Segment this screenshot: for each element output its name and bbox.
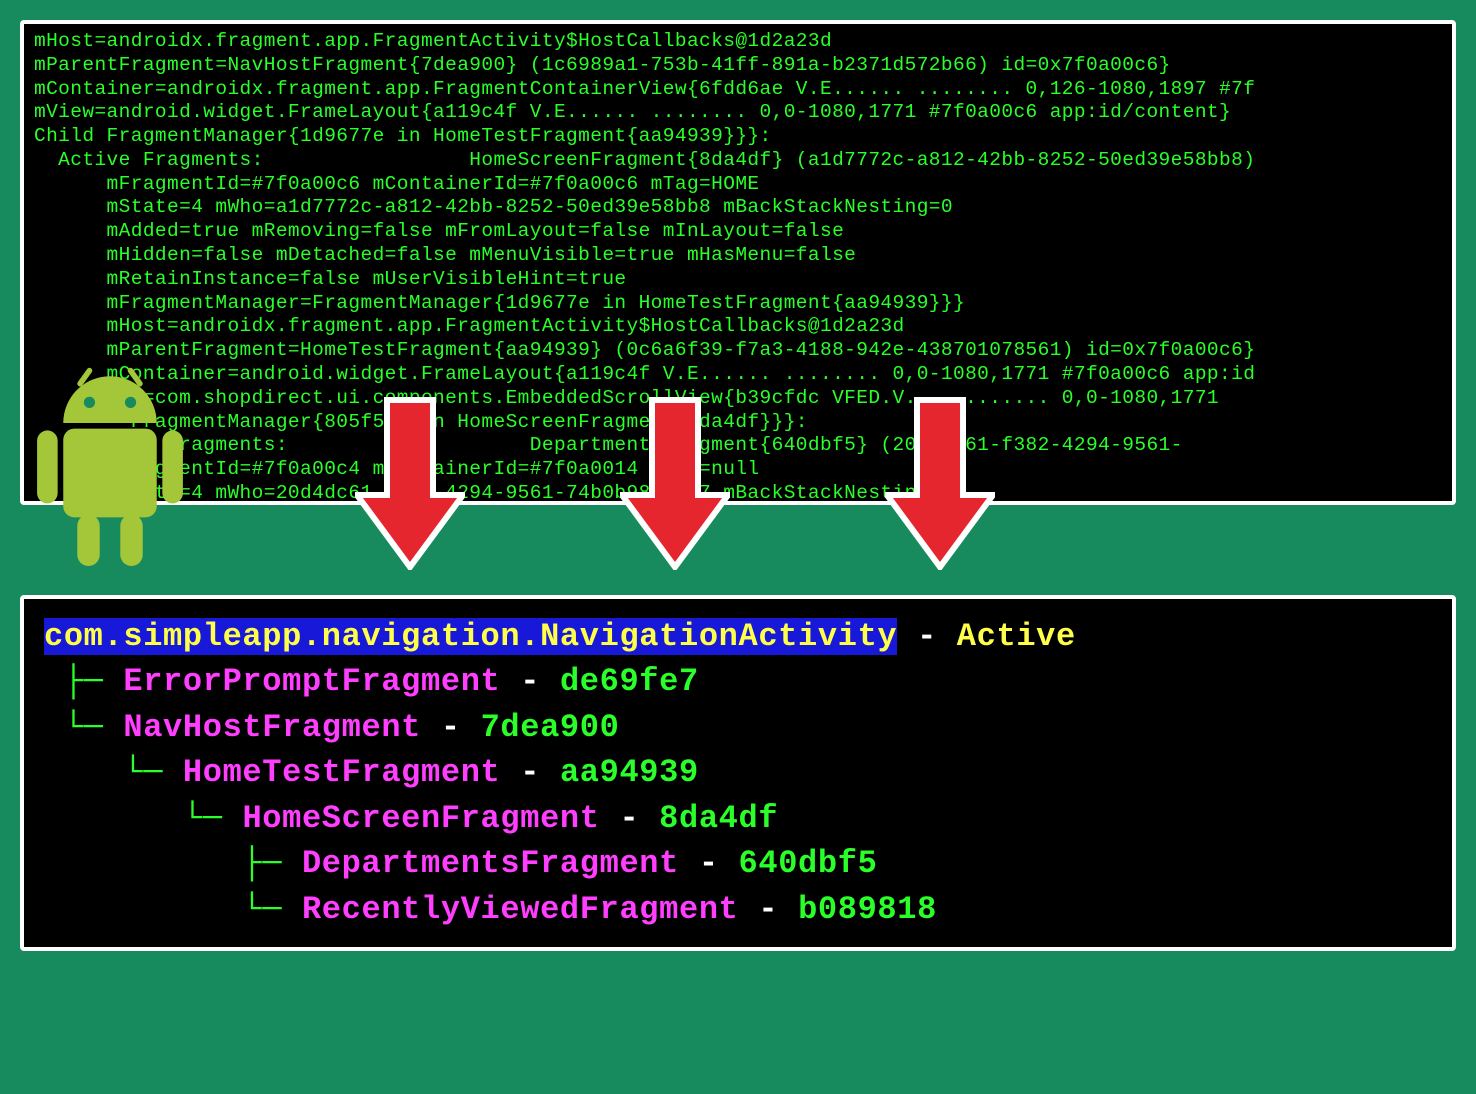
fragment-name: DepartmentsFragment <box>302 845 679 882</box>
dump-line: mAdded=true mRemoving=false mFromLayout=… <box>34 220 1442 244</box>
raw-dump-terminal: mHost=androidx.fragment.app.FragmentActi… <box>20 20 1456 505</box>
fragment-tree-terminal: com.simpleapp.navigation.NavigationActiv… <box>20 595 1456 951</box>
dump-line: mParentFragment=HomeTestFragment{aa94939… <box>34 339 1442 363</box>
dump-line: w=com.shopdirect.ui.components.EmbeddedS… <box>34 387 1442 411</box>
activity-name: com.simpleapp.navigation.NavigationActiv… <box>44 618 897 655</box>
dump-line: ve Fragments: DepartmentsFragment{640dbf… <box>34 434 1442 458</box>
separator: - <box>897 618 957 655</box>
separator: - <box>679 845 739 882</box>
fragment-hash: 640dbf5 <box>739 845 878 882</box>
dump-line: mFragmentManager=FragmentManager{1d9677e… <box>34 292 1442 316</box>
fragment-hash: 8da4df <box>659 800 778 837</box>
dump-line: FragmentManager{805f52c in HomeScreenFra… <box>34 411 1442 435</box>
tree-branch-icon: ├─ <box>44 663 123 700</box>
dump-line: mHost=androidx.fragment.app.FragmentActi… <box>34 30 1442 54</box>
tree-node: ├─ DepartmentsFragment - 640dbf5 <box>44 841 1432 886</box>
dump-line: mParentFragment=NavHostFragment{7dea900}… <box>34 54 1442 78</box>
separator: - <box>421 709 481 746</box>
fragment-name: ErrorPromptFragment <box>123 663 500 700</box>
tree-branch-icon: └─ <box>44 891 302 928</box>
dump-line: agmentId=#7f0a00c4 mContainerId=#7f0a001… <box>34 458 1442 482</box>
tree-branch-icon: └─ <box>44 709 123 746</box>
tree-node: └─ RecentlyViewedFragment - b089818 <box>44 887 1432 932</box>
fragment-hash: aa94939 <box>560 754 699 791</box>
dump-line: ate=4 mWho=20d4dc61-f382-4294-9561-74b0b… <box>34 482 1442 505</box>
fragment-name: RecentlyViewedFragment <box>302 891 739 928</box>
dump-line: mRetainInstance=false mUserVisibleHint=t… <box>34 268 1442 292</box>
dump-line: mContainer=android.widget.FrameLayout{a1… <box>34 363 1442 387</box>
fragment-name: HomeScreenFragment <box>242 800 599 837</box>
tree-branch-icon: ├─ <box>44 845 302 882</box>
fragment-hash: 7dea900 <box>481 709 620 746</box>
separator: - <box>500 754 560 791</box>
tree-node: ├─ ErrorPromptFragment - de69fe7 <box>44 659 1432 704</box>
separator: - <box>500 663 560 700</box>
dump-line: mHidden=false mDetached=false mMenuVisib… <box>34 244 1442 268</box>
fragment-hash: de69fe7 <box>560 663 699 700</box>
dump-line: Active Fragments: HomeScreenFragment{8da… <box>34 149 1442 173</box>
fragment-name: HomeTestFragment <box>183 754 501 791</box>
dump-line: mFragmentId=#7f0a00c6 mContainerId=#7f0a… <box>34 173 1442 197</box>
dump-line: mState=4 mWho=a1d7772c-a812-42bb-8252-50… <box>34 196 1442 220</box>
fragment-name: NavHostFragment <box>123 709 421 746</box>
dump-line: Child FragmentManager{1d9677e in HomeTes… <box>34 125 1442 149</box>
activity-line: com.simpleapp.navigation.NavigationActiv… <box>44 614 1432 659</box>
dump-line: mHost=androidx.fragment.app.FragmentActi… <box>34 315 1442 339</box>
dump-line: mContainer=androidx.fragment.app.Fragmen… <box>34 78 1442 102</box>
android-robot-icon <box>15 365 205 580</box>
fragment-hash: b089818 <box>798 891 937 928</box>
separator: - <box>600 800 660 837</box>
tree-node: └─ NavHostFragment - 7dea900 <box>44 705 1432 750</box>
tree-node: └─ HomeScreenFragment - 8da4df <box>44 796 1432 841</box>
dump-line: mView=android.widget.FrameLayout{a119c4f… <box>34 101 1442 125</box>
tree-node: └─ HomeTestFragment - aa94939 <box>44 750 1432 795</box>
tree-branch-icon: └─ <box>44 754 183 791</box>
separator: - <box>739 891 799 928</box>
activity-status: Active <box>957 618 1076 655</box>
tree-branch-icon: └─ <box>44 800 242 837</box>
